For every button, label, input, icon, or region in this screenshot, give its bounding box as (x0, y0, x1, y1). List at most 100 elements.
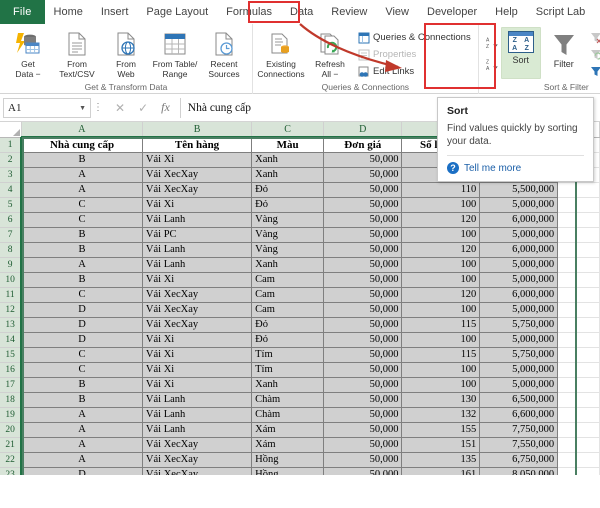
row-header-9[interactable]: 9 (0, 257, 23, 273)
tell-me-box[interactable]: 💡 Tell me (594, 0, 600, 24)
cell-F19[interactable]: 6,600,000 (479, 407, 559, 423)
formula-bar-overflow-icon[interactable]: ⋮ (91, 102, 105, 113)
header-cell-d1[interactable]: Đơn giá (323, 137, 403, 153)
cell-E18[interactable]: 130 (401, 392, 481, 408)
cancel-icon[interactable]: ✕ (115, 101, 125, 115)
name-box[interactable]: A1 ▼ (3, 97, 91, 118)
cell-A18[interactable]: B (21, 392, 143, 408)
cell-E9[interactable]: 100 (401, 257, 481, 273)
cell-A11[interactable]: C (21, 287, 143, 303)
row-header-7[interactable]: 7 (0, 227, 23, 243)
cell-C23[interactable]: Hồng (251, 467, 325, 475)
cell-E23[interactable]: 161 (401, 467, 481, 475)
confirm-icon[interactable]: ✓ (138, 101, 148, 115)
cell-F23[interactable]: 8,050,000 (479, 467, 559, 475)
cell-A2[interactable]: B (21, 152, 143, 168)
cell-C10[interactable]: Cam (251, 272, 325, 288)
tab-home[interactable]: Home (45, 0, 92, 24)
row-header-3[interactable]: 3 (0, 167, 23, 183)
cell-B14[interactable]: Vải Xi (142, 332, 253, 348)
row-header-14[interactable]: 14 (0, 332, 23, 348)
cell-E19[interactable]: 132 (401, 407, 481, 423)
cell-B15[interactable]: Vải Xi (142, 347, 253, 363)
cell-E10[interactable]: 100 (401, 272, 481, 288)
cell-B13[interactable]: Vải XecXay (142, 317, 253, 333)
cell-B11[interactable]: Vải XecXay (142, 287, 253, 303)
cell-F21[interactable]: 7,550,000 (479, 437, 559, 453)
from-table-range-button[interactable]: From Table/ Range (151, 27, 199, 79)
cell-A17[interactable]: B (21, 377, 143, 393)
cell-F17[interactable]: 5,000,000 (479, 377, 559, 393)
cell-E4[interactable]: 110 (401, 182, 481, 198)
cell-F10[interactable]: 5,000,000 (479, 272, 559, 288)
advanced-filter-button[interactable]: Advanced (587, 63, 600, 80)
cell-F6[interactable]: 6,000,000 (479, 212, 559, 228)
cell-C11[interactable]: Cam (251, 287, 325, 303)
cell-A4[interactable]: A (21, 182, 143, 198)
get-data-button[interactable]: Get Data − (4, 27, 52, 79)
cell-A9[interactable]: A (21, 257, 143, 273)
cell-D2[interactable]: 50,000 (323, 152, 403, 168)
empty-cell[interactable] (557, 317, 600, 333)
empty-cell[interactable] (557, 362, 600, 378)
cell-E12[interactable]: 100 (401, 302, 481, 318)
cell-C22[interactable]: Hồng (251, 452, 325, 468)
row-header-22[interactable]: 22 (0, 452, 23, 468)
cell-C9[interactable]: Xanh (251, 257, 325, 273)
cell-E6[interactable]: 120 (401, 212, 481, 228)
cell-C16[interactable]: Tím (251, 362, 325, 378)
sort-button[interactable]: ZA AZ Sort (500, 27, 541, 79)
cell-B18[interactable]: Vải Lanh (142, 392, 253, 408)
empty-cell[interactable] (557, 302, 600, 318)
row-header-12[interactable]: 12 (0, 302, 23, 318)
cell-C2[interactable]: Xanh (251, 152, 325, 168)
column-header-c[interactable]: C (251, 122, 325, 138)
fx-icon[interactable]: fx (161, 100, 170, 115)
cell-A16[interactable]: C (21, 362, 143, 378)
cell-E20[interactable]: 155 (401, 422, 481, 438)
empty-cell[interactable] (557, 287, 600, 303)
cell-C8[interactable]: Vàng (251, 242, 325, 258)
tab-insert[interactable]: Insert (92, 0, 138, 24)
cell-F4[interactable]: 5,500,000 (479, 182, 559, 198)
row-header-21[interactable]: 21 (0, 437, 23, 453)
select-all-corner[interactable] (0, 122, 22, 138)
from-web-button[interactable]: From Web (102, 27, 150, 79)
cell-D22[interactable]: 50,000 (323, 452, 403, 468)
cell-B4[interactable]: Vải XecXay (142, 182, 253, 198)
cell-D21[interactable]: 50,000 (323, 437, 403, 453)
cell-F8[interactable]: 6,000,000 (479, 242, 559, 258)
cell-A23[interactable]: D (21, 467, 143, 475)
tab-script-lab[interactable]: Script Lab (527, 0, 595, 24)
header-cell-a1[interactable]: Nhà cung cấp (21, 137, 143, 153)
cell-A8[interactable]: B (21, 242, 143, 258)
cell-C13[interactable]: Đỏ (251, 317, 325, 333)
header-cell-c1[interactable]: Màu (251, 137, 325, 153)
cell-F7[interactable]: 5,000,000 (479, 227, 559, 243)
cell-B8[interactable]: Vải Lanh (142, 242, 253, 258)
cell-F15[interactable]: 5,750,000 (479, 347, 559, 363)
column-header-d[interactable]: D (323, 122, 403, 138)
edit-links-button[interactable]: Edit Links (355, 63, 474, 80)
row-header-10[interactable]: 10 (0, 272, 23, 288)
cell-C15[interactable]: Tím (251, 347, 325, 363)
row-header-13[interactable]: 13 (0, 317, 23, 333)
row-header-11[interactable]: 11 (0, 287, 23, 303)
cell-D4[interactable]: 50,000 (323, 182, 403, 198)
cell-C12[interactable]: Cam (251, 302, 325, 318)
cell-F13[interactable]: 5,750,000 (479, 317, 559, 333)
filter-button[interactable]: Filter (542, 27, 586, 69)
cell-B5[interactable]: Vải Xi (142, 197, 253, 213)
cell-F20[interactable]: 7,750,000 (479, 422, 559, 438)
cell-D3[interactable]: 50,000 (323, 167, 403, 183)
cell-A7[interactable]: B (21, 227, 143, 243)
cell-B16[interactable]: Vải Xi (142, 362, 253, 378)
tab-developer[interactable]: Developer (418, 0, 486, 24)
empty-cell[interactable] (557, 407, 600, 423)
empty-cell[interactable] (557, 197, 600, 213)
column-header-a[interactable]: A (21, 122, 143, 138)
recent-sources-button[interactable]: Recent Sources (200, 27, 248, 79)
cell-C14[interactable]: Đỏ (251, 332, 325, 348)
empty-cell[interactable] (557, 452, 600, 468)
cell-D15[interactable]: 50,000 (323, 347, 403, 363)
